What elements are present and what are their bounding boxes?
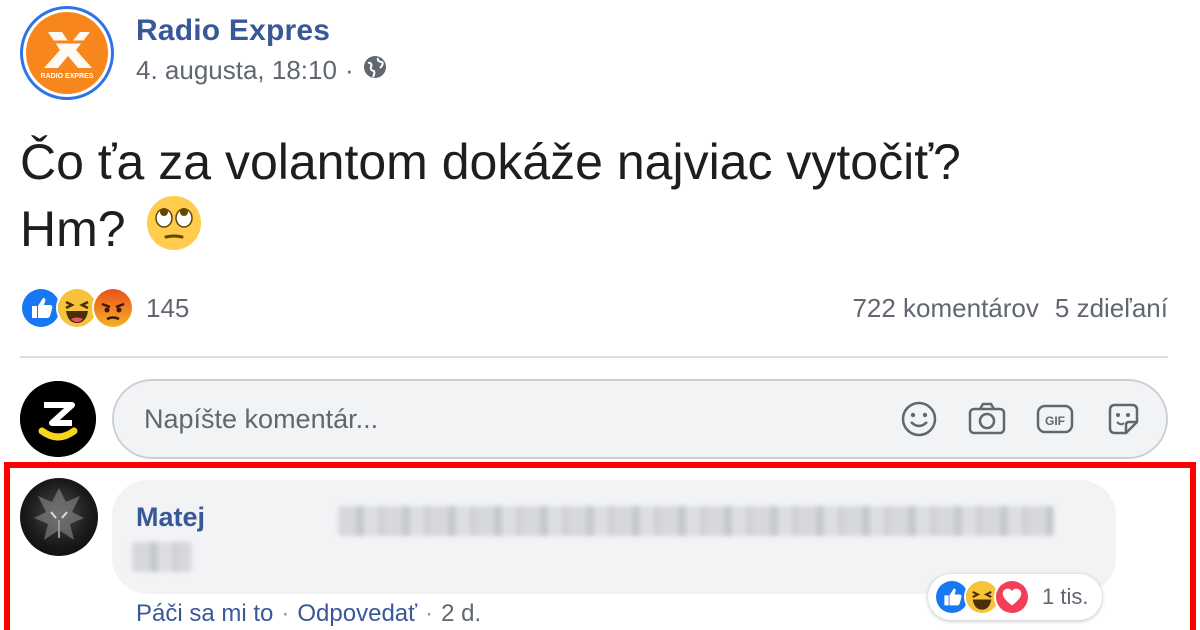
comments-count-link[interactable]: 722 komentárov: [852, 293, 1038, 324]
comment-timestamp[interactable]: 2 d.: [441, 600, 481, 628]
post-stats: 722 komentárov 5 zdieľaní: [852, 293, 1168, 324]
blurred-comment-text-2: [132, 542, 192, 572]
commenter-name-link[interactable]: Matej: [136, 502, 205, 532]
post-text-hm: Hm?: [20, 201, 126, 257]
gif-icon[interactable]: GIF: [1034, 398, 1076, 440]
globe-icon[interactable]: [362, 54, 388, 87]
comment-input-wrap: GIF: [112, 379, 1168, 459]
page-avatar[interactable]: RADIO EXPRES: [20, 6, 114, 100]
radio-expres-logo: RADIO EXPRES: [26, 12, 108, 94]
post-header: RADIO EXPRES Radio Expres 4. augusta, 18…: [20, 6, 388, 100]
current-user-avatar[interactable]: [20, 381, 96, 457]
post-timestamp[interactable]: 4. augusta, 18:10: [136, 55, 337, 86]
divider: [20, 356, 1168, 358]
comment-reaction-summary[interactable]: 1 tis.: [928, 574, 1103, 620]
emoji-icon[interactable]: [898, 398, 940, 440]
action-separator: ·: [425, 600, 434, 627]
comment-actions: Páči sa mi to · Odpovedať · 2 d.: [136, 600, 481, 628]
angry-reaction-icon: [92, 287, 134, 329]
sticker-icon[interactable]: [1102, 398, 1144, 440]
logo-text: RADIO EXPRES: [41, 73, 94, 80]
svg-text:GIF: GIF: [1045, 414, 1065, 428]
post-text-line-1: Čo ťa za volantom dokáže najviac vytočiť…: [20, 134, 961, 190]
post-reaction-summary[interactable]: 145: [20, 287, 189, 329]
post-text: Čo ťa za volantom dokáže najviac vytočiť…: [20, 130, 1180, 267]
comment-reaction-count: 1 tis.: [1042, 584, 1089, 609]
shares-count-link[interactable]: 5 zdieľaní: [1055, 293, 1168, 324]
blurred-comment-text: [338, 506, 1054, 536]
camera-icon[interactable]: [966, 398, 1008, 440]
header-text: Radio Expres 4. augusta, 18:10 ·: [136, 14, 388, 87]
love-reaction-icon: [994, 579, 1030, 615]
meta-separator: ·: [344, 55, 354, 85]
post-meta: 4. augusta, 18:10 ·: [136, 54, 388, 87]
page-name-link[interactable]: Radio Expres: [136, 14, 388, 48]
composer-icons: GIF: [898, 398, 1144, 440]
like-comment-link[interactable]: Páči sa mi to: [136, 600, 273, 628]
reactions-row: 145 722 komentárov 5 zdieľaní: [20, 286, 1168, 330]
commenter-avatar[interactable]: [20, 478, 98, 556]
comment-composer: GIF: [20, 378, 1168, 460]
post-text-line-2: Hm?: [20, 194, 1180, 267]
comment-input[interactable]: [144, 403, 898, 435]
action-separator: ·: [281, 600, 290, 627]
reply-comment-link[interactable]: Odpovedať: [297, 600, 417, 628]
reaction-count[interactable]: 145: [146, 293, 189, 324]
rolling-eyes-emoji-icon: [145, 194, 203, 267]
